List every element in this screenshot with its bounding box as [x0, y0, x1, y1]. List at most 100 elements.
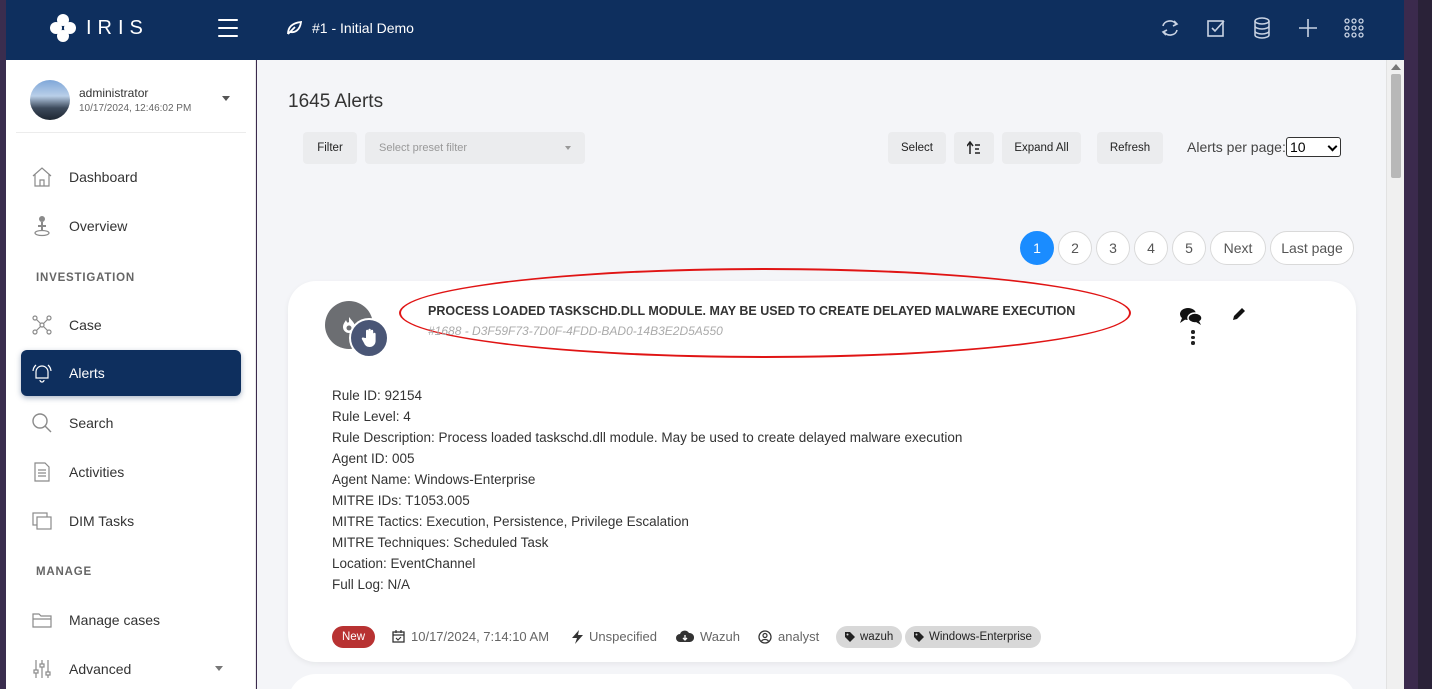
sidebar-item-overview[interactable]: Overview — [21, 203, 241, 249]
alert-severity: Unspecified — [572, 629, 657, 644]
network-icon — [32, 315, 52, 335]
alerts-per-page-select[interactable]: 10 — [1286, 137, 1341, 157]
alert-owner-avatar — [349, 318, 389, 358]
alert-card-next[interactable] — [288, 674, 1356, 689]
avatar — [30, 80, 70, 120]
sidebar-item-advanced[interactable]: Advanced — [21, 646, 241, 689]
person-pin-icon — [34, 216, 50, 237]
detail-line: Full Log: N/A — [332, 577, 411, 592]
user-name: administrator — [79, 86, 149, 100]
sidebar-item-case[interactable]: Case — [21, 302, 241, 348]
main-content: 1645 Alerts Filter Select preset filter … — [257, 60, 1386, 689]
page-title: 1645 Alerts — [288, 91, 384, 112]
user-panel[interactable]: administrator 10/17/2024, 12:46:02 PM — [30, 80, 246, 134]
tag-chip[interactable]: Windows-Enterprise — [905, 626, 1041, 648]
page-2-button[interactable]: 2 — [1058, 231, 1092, 265]
logo-hex-icon — [50, 14, 76, 42]
chevron-down-icon — [565, 146, 571, 150]
chevron-down-icon — [1327, 141, 1338, 152]
current-case[interactable]: #1 - Initial Demo — [286, 20, 414, 36]
select-button[interactable]: Select — [888, 132, 946, 164]
sidebar-item-label: Activities — [69, 464, 125, 480]
sidebar-item-activities[interactable]: Activities — [21, 449, 241, 495]
scroll-up-arrow-icon[interactable] — [1391, 64, 1401, 70]
detail-line: Agent ID: 005 — [332, 451, 415, 466]
sidebar-item-dim-tasks[interactable]: DIM Tasks — [21, 498, 241, 544]
detail-line: Location: EventChannel — [332, 556, 476, 571]
detail-line: MITRE Techniques: Scheduled Task — [332, 535, 549, 550]
scrollbar-thumb[interactable] — [1391, 74, 1401, 178]
database-icon[interactable] — [1250, 16, 1274, 40]
refresh-button[interactable]: Refresh — [1097, 132, 1163, 164]
divider — [16, 132, 246, 133]
detail-line: Agent Name: Windows-Enterprise — [332, 472, 536, 487]
sidebar-item-label: Advanced — [69, 661, 132, 677]
expand-all-button[interactable]: Expand All — [1002, 132, 1081, 164]
detail-line: Rule Level: 4 — [332, 409, 411, 424]
chevron-down-icon[interactable] — [215, 666, 223, 671]
edit-pencil-icon[interactable] — [1232, 307, 1246, 321]
alert-date: 10/17/2024, 7:14:10 AM — [392, 629, 549, 644]
sidebar-item-manage-cases[interactable]: Manage cases — [21, 597, 241, 643]
bell-icon — [32, 364, 52, 383]
refresh-icon[interactable] — [1158, 16, 1182, 40]
sidebar-item-label: Dashboard — [69, 169, 138, 185]
alert-date-text: 10/17/2024, 7:14:10 AM — [411, 629, 550, 644]
tag-icon — [845, 632, 855, 642]
status-badge: New — [332, 626, 376, 648]
next-page-button[interactable]: Next — [1210, 231, 1266, 265]
sidebar-item-label: Alerts — [69, 365, 105, 381]
add-icon[interactable] — [1296, 16, 1320, 40]
document-icon — [34, 462, 50, 482]
chevron-down-icon[interactable] — [222, 96, 230, 101]
cloud-download-icon — [676, 630, 694, 642]
sort-ascending-icon — [967, 141, 980, 154]
section-manage: MANAGE — [36, 566, 92, 578]
sidebar-item-dashboard[interactable]: Dashboard — [21, 154, 241, 200]
page-1-button[interactable]: 1 — [1020, 231, 1054, 265]
hand-icon — [361, 328, 376, 347]
last-page-button[interactable]: Last page — [1270, 231, 1354, 265]
alert-id: #1688 - D3F59F73-7D0F-4FDD-BAD0-14B3E2D5… — [428, 324, 723, 338]
alerts-per-page-value: 10 — [1290, 139, 1306, 155]
task-check-icon[interactable] — [1204, 16, 1228, 40]
detail-line: Rule Description: Process loaded tasksch… — [332, 430, 963, 445]
sidebar-item-label: Manage cases — [69, 612, 161, 628]
tag-chip[interactable]: wazuh — [836, 626, 903, 648]
section-investigation: INVESTIGATION — [36, 272, 135, 284]
sidebar: administrator 10/17/2024, 12:46:02 PM Da… — [6, 60, 256, 689]
apps-grid-icon[interactable] — [1342, 16, 1366, 40]
page-3-button[interactable]: 3 — [1096, 231, 1130, 265]
app-name: IRIS — [86, 16, 149, 39]
page-scrollbar[interactable] — [1386, 60, 1404, 689]
sliders-icon — [33, 660, 51, 678]
alert-card[interactable]: PROCESS LOADED TASKSCHD.DLL MODULE. MAY … — [288, 268, 1356, 662]
calendar-check-icon — [392, 630, 405, 643]
sort-order-button[interactable] — [954, 132, 994, 164]
sidebar-item-label: Overview — [69, 218, 128, 234]
alert-source: Wazuh — [676, 629, 740, 644]
menu-toggle-icon[interactable] — [218, 19, 238, 37]
filter-button[interactable]: Filter — [303, 132, 357, 164]
alert-owner-text: analyst — [778, 629, 820, 644]
user-login-datetime: 10/17/2024, 12:46:02 PM — [79, 103, 192, 114]
tag-icon — [914, 632, 924, 642]
comments-icon[interactable] — [1179, 306, 1203, 326]
search-icon — [32, 413, 52, 433]
preset-filter-select[interactable]: Select preset filter — [365, 132, 585, 164]
folder-icon — [32, 613, 52, 628]
sidebar-item-search[interactable]: Search — [21, 400, 241, 446]
bolt-icon — [572, 629, 583, 644]
more-options-icon[interactable] — [1191, 330, 1195, 345]
page-5-button[interactable]: 5 — [1172, 231, 1206, 265]
alert-severity-text: Unspecified — [589, 629, 657, 644]
detail-line: MITRE IDs: T1053.005 — [332, 493, 470, 508]
alert-title[interactable]: PROCESS LOADED TASKSCHD.DLL MODULE. MAY … — [428, 304, 1075, 318]
sidebar-item-alerts[interactable]: Alerts — [21, 350, 241, 396]
page-4-button[interactable]: 4 — [1134, 231, 1168, 265]
alerts-per-page-label: Alerts per page: — [1187, 139, 1286, 155]
detail-line: MITRE Tactics: Execution, Persistence, P… — [332, 514, 689, 529]
user-circle-icon — [758, 629, 772, 644]
iris-logo[interactable]: IRIS — [50, 14, 149, 42]
case-title-text: #1 - Initial Demo — [312, 20, 414, 36]
